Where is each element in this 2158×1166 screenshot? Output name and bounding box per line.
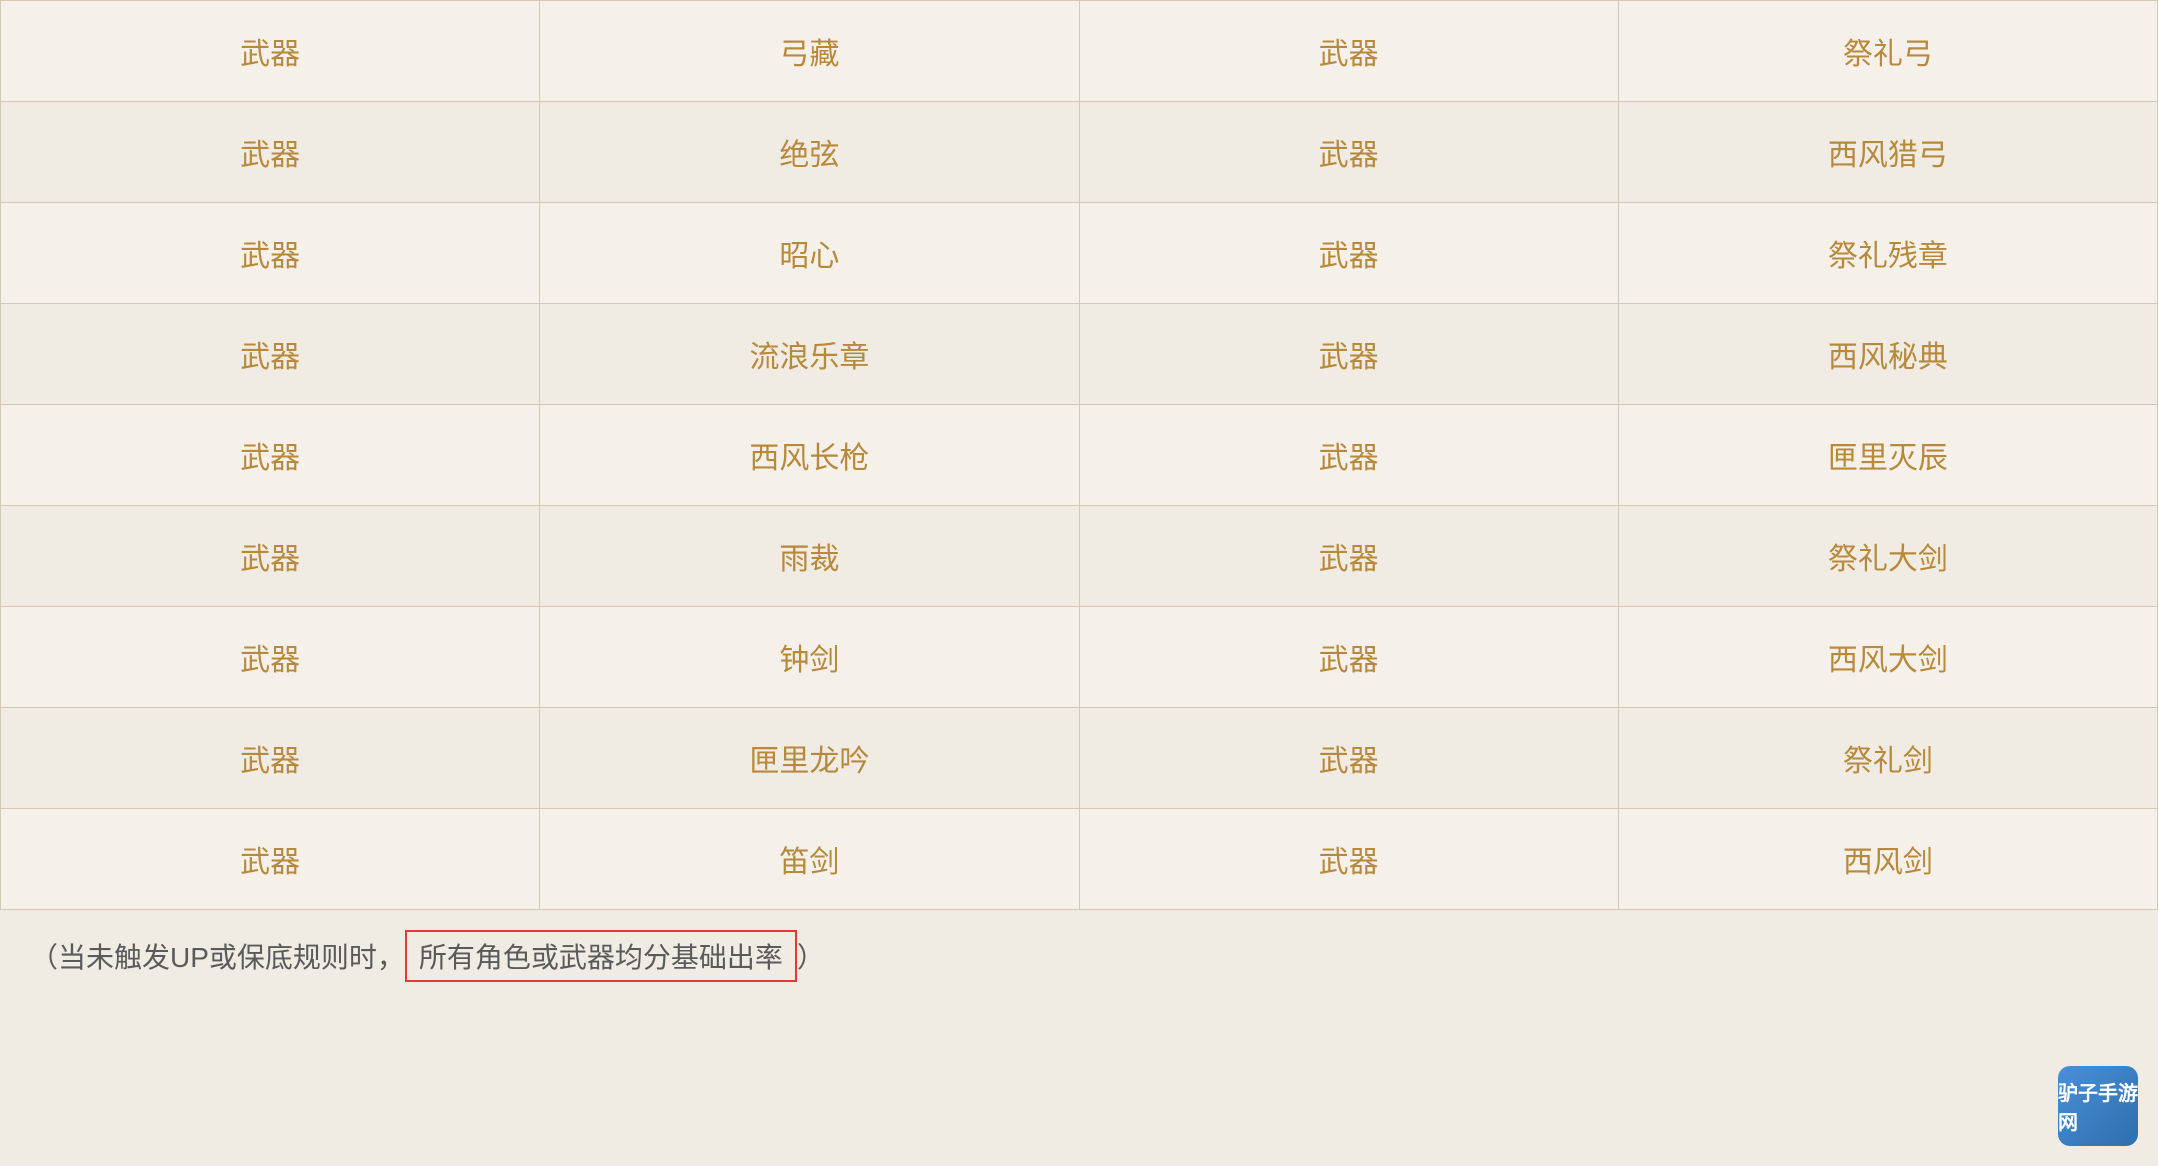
table-row: 武器弓藏武器祭礼弓 <box>1 1 2158 102</box>
right-type: 武器 <box>1079 809 1618 910</box>
right-name: 祭礼剑 <box>1618 708 2157 809</box>
right-name: 西风猎弓 <box>1618 102 2157 203</box>
left-type: 武器 <box>1 607 540 708</box>
right-name: 西风大剑 <box>1618 607 2157 708</box>
right-type: 武器 <box>1079 1 1618 102</box>
left-name: 流浪乐章 <box>540 304 1079 405</box>
right-type: 武器 <box>1079 405 1618 506</box>
watermark: 驴子手游网 <box>2058 1066 2138 1146</box>
right-name: 匣里灭辰 <box>1618 405 2157 506</box>
table-row: 武器匣里龙吟武器祭礼剑 <box>1 708 2158 809</box>
left-type: 武器 <box>1 102 540 203</box>
right-type: 武器 <box>1079 607 1618 708</box>
left-type: 武器 <box>1 1 540 102</box>
right-name: 祭礼弓 <box>1618 1 2157 102</box>
right-name: 祭礼残章 <box>1618 203 2157 304</box>
left-name: 笛剑 <box>540 809 1079 910</box>
table-row: 武器流浪乐章武器西风秘典 <box>1 304 2158 405</box>
main-container: 武器弓藏武器祭礼弓武器绝弦武器西风猎弓武器昭心武器祭礼残章武器流浪乐章武器西风秘… <box>0 0 2158 1002</box>
left-name: 钟剑 <box>540 607 1079 708</box>
table-row: 武器昭心武器祭礼残章 <box>1 203 2158 304</box>
left-name: 昭心 <box>540 203 1079 304</box>
left-type: 武器 <box>1 405 540 506</box>
right-type: 武器 <box>1079 506 1618 607</box>
weapons-table: 武器弓藏武器祭礼弓武器绝弦武器西风猎弓武器昭心武器祭礼残章武器流浪乐章武器西风秘… <box>0 0 2158 910</box>
right-type: 武器 <box>1079 102 1618 203</box>
right-name: 祭礼大剑 <box>1618 506 2157 607</box>
table-row: 武器西风长枪武器匣里灭辰 <box>1 405 2158 506</box>
left-name: 绝弦 <box>540 102 1079 203</box>
left-name: 弓藏 <box>540 1 1079 102</box>
left-type: 武器 <box>1 809 540 910</box>
table-row: 武器笛剑武器西风剑 <box>1 809 2158 910</box>
table-row: 武器绝弦武器西风猎弓 <box>1 102 2158 203</box>
right-type: 武器 <box>1079 708 1618 809</box>
left-name: 匣里龙吟 <box>540 708 1079 809</box>
left-type: 武器 <box>1 506 540 607</box>
footer-note: （当未触发UP或保底规则时， 所有角色或武器均分基础出率 ） <box>0 910 2158 1002</box>
footer-boxed-text: 所有角色或武器均分基础出率 <box>405 930 797 982</box>
table-row: 武器钟剑武器西风大剑 <box>1 607 2158 708</box>
left-type: 武器 <box>1 203 540 304</box>
watermark-text: 驴子手游网 <box>2058 1077 2138 1135</box>
left-type: 武器 <box>1 304 540 405</box>
left-name: 雨裁 <box>540 506 1079 607</box>
right-type: 武器 <box>1079 304 1618 405</box>
right-name: 西风剑 <box>1618 809 2157 910</box>
footer-prefix: （当未触发UP或保底规则时， <box>30 936 405 976</box>
left-type: 武器 <box>1 708 540 809</box>
right-name: 西风秘典 <box>1618 304 2157 405</box>
table-row: 武器雨裁武器祭礼大剑 <box>1 506 2158 607</box>
right-type: 武器 <box>1079 203 1618 304</box>
footer-suffix: ） <box>797 936 825 976</box>
left-name: 西风长枪 <box>540 405 1079 506</box>
